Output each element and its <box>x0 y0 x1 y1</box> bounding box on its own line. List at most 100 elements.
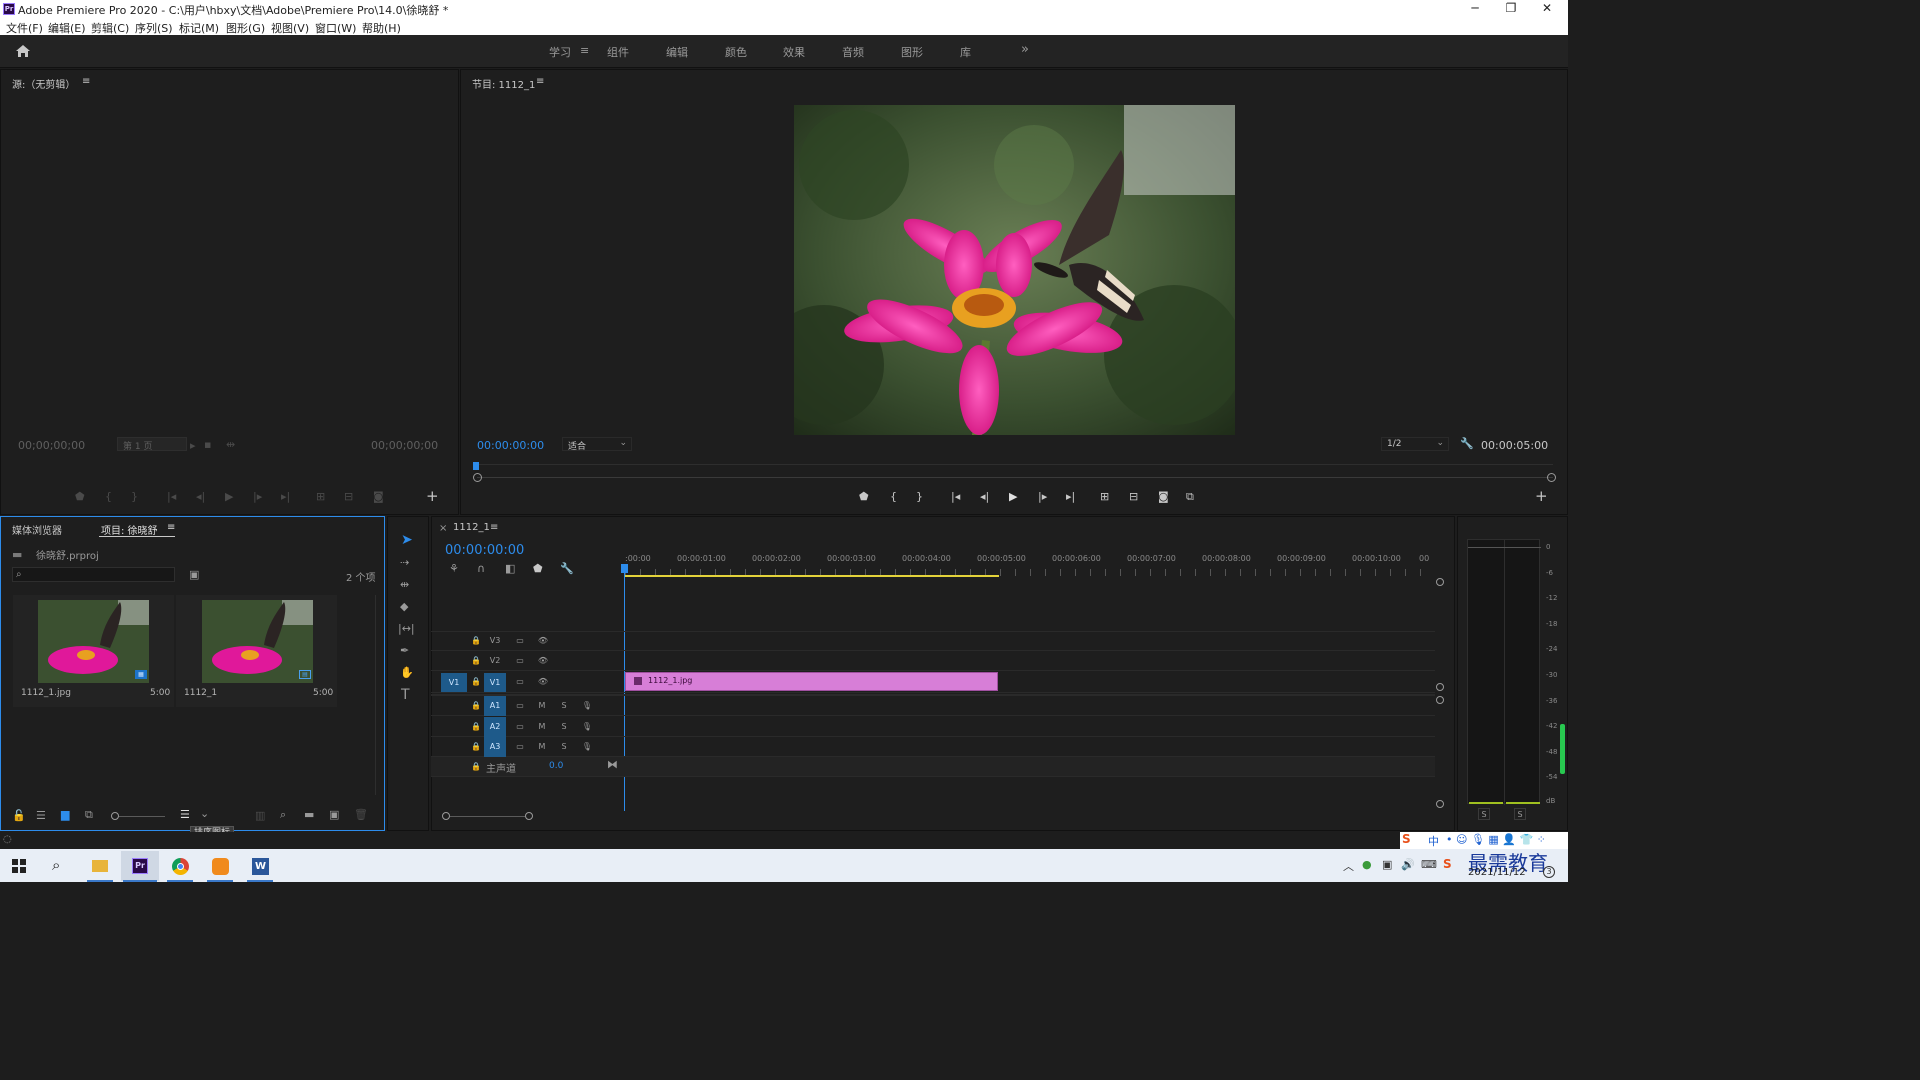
track-lock-icon[interactable]: 🔒 <box>469 760 483 774</box>
insert-icon[interactable]: ⊞ <box>316 491 325 503</box>
export-frame-icon[interactable]: ◙ <box>1158 491 1169 503</box>
menu-edit[interactable]: 编辑(E) <box>48 20 86 36</box>
timeline-menu-icon[interactable]: ≡ <box>490 522 498 533</box>
clear-icon[interactable]: 🗑 <box>354 809 368 821</box>
track-sync-icon[interactable]: ▭ <box>513 634 527 648</box>
type-tool-icon[interactable]: T <box>401 688 410 702</box>
sequence-tab[interactable]: 1112_1 <box>453 522 490 533</box>
v-scroll-handle-mid[interactable] <box>1436 683 1444 691</box>
track-lock-icon[interactable]: 🔒 <box>469 654 483 668</box>
source-panel-menu-icon[interactable]: ≡ <box>82 76 90 87</box>
freeform-view-icon[interactable]: ⧉ <box>85 809 93 821</box>
source-patch-v1[interactable]: V1 <box>441 673 467 692</box>
menu-window[interactable]: 窗口(W) <box>315 20 356 36</box>
notification-icon[interactable]: 3 <box>1543 866 1555 878</box>
overwrite-icon[interactable]: ⊟ <box>344 491 353 503</box>
playhead-handle[interactable] <box>621 564 628 573</box>
workspace-tab-graphics[interactable]: 图形 <box>901 44 923 60</box>
comparison-view-icon[interactable]: ⧉ <box>1186 491 1194 503</box>
selection-tool-icon[interactable]: ➤ <box>401 533 413 547</box>
source-monitor-title[interactable]: 源:（无剪辑） <box>12 76 75 91</box>
camera-icon[interactable]: ◙ <box>373 491 384 503</box>
a-scroll-handle-bottom[interactable] <box>1436 800 1444 808</box>
sort-icons-icon[interactable]: ☰ <box>180 809 190 821</box>
add-button-icon[interactable]: + <box>1535 489 1548 504</box>
marker-icon[interactable]: ⬟ <box>75 491 85 503</box>
voiceover-mic-icon[interactable]: 🎙 <box>580 720 594 734</box>
workspace-tab-libraries[interactable]: 库 <box>960 44 971 60</box>
play-icon[interactable]: ▶ <box>1009 491 1017 503</box>
menu-clip[interactable]: 剪辑(C) <box>91 20 129 36</box>
track-label[interactable]: V2 <box>488 654 502 668</box>
program-timecode[interactable]: 00:00:00:00 <box>477 439 544 452</box>
menu-graphics[interactable]: 图形(G) <box>226 20 265 36</box>
program-scrub-bar[interactable] <box>477 477 1553 478</box>
track-sync-icon[interactable]: ▭ <box>513 675 527 689</box>
fit-select[interactable]: 适合 ⌄ <box>562 437 632 452</box>
mark-out-icon[interactable]: } <box>131 491 138 503</box>
track-label[interactable]: V3 <box>488 634 502 648</box>
voiceover-mic-icon[interactable]: 🎙 <box>580 699 594 713</box>
work-area-bar[interactable] <box>625 575 999 577</box>
h-zoom-track[interactable] <box>450 816 525 817</box>
tab-media-browser[interactable]: 媒体浏览器 <box>12 522 62 537</box>
workspace-tab-editing[interactable]: 编辑 <box>666 44 688 60</box>
premiere-app[interactable]: Pr <box>121 851 159 882</box>
workspace-tab-color[interactable]: 颜色 <box>725 44 747 60</box>
program-panel-menu-icon[interactable]: ≡ <box>536 76 544 87</box>
timeline-clip[interactable]: 1112_1.jpg <box>625 672 998 691</box>
new-item-icon[interactable]: ▣ <box>329 809 339 821</box>
add-marker-icon[interactable]: ⬟ <box>859 491 869 503</box>
new-search-bin-icon[interactable]: ▣ <box>189 569 199 581</box>
menu-file[interactable]: 文件(F) <box>6 20 43 36</box>
ime-tray-icon[interactable]: ⌨ <box>1421 858 1437 871</box>
ime-tools-icon[interactable]: • ☺ 🎙 ▦ 👤 👕 ⁘ <box>1446 833 1546 846</box>
automate-to-sequence-icon[interactable]: ▥ <box>255 810 265 822</box>
master-value[interactable]: 0.0 <box>549 761 563 771</box>
step-forward-icon[interactable]: |▸ <box>253 491 262 503</box>
project-search-input[interactable]: ⌕ <box>12 567 175 582</box>
menu-marker[interactable]: 标记(M) <box>179 20 219 36</box>
sogou-ime-icon[interactable]: S <box>1402 832 1411 846</box>
page-select[interactable]: 第 1 页 <box>117 437 187 452</box>
lift-icon[interactable]: ⊞ <box>1100 491 1109 503</box>
go-to-out-icon[interactable]: ▸| <box>281 491 290 503</box>
linked-selection-icon[interactable]: ◧ <box>505 563 515 575</box>
master-go-to-end-icon[interactable]: ⧓ <box>607 758 618 771</box>
sort-chevron-icon[interactable]: ⌄ <box>200 808 209 820</box>
app-orange[interactable] <box>201 851 239 882</box>
h-zoom-handle-right[interactable] <box>525 812 533 820</box>
track-eye-icon[interactable]: 👁 <box>536 675 550 689</box>
track-eye-icon[interactable]: 👁 <box>536 634 550 648</box>
tab-project[interactable]: 项目: 徐晓舒 <box>101 522 158 537</box>
taskbar-date[interactable]: 2021/11/12 <box>1468 867 1526 878</box>
meter-solo-left[interactable]: S <box>1478 808 1490 820</box>
home-icon[interactable] <box>15 44 31 58</box>
workspace-menu-icon[interactable]: ≡ <box>580 44 589 57</box>
restore-button[interactable]: ❐ <box>1493 0 1529 18</box>
timeline-settings-icon[interactable]: 🔧 <box>560 563 574 575</box>
a-scroll-handle-top[interactable] <box>1436 696 1444 704</box>
solo-button[interactable]: S <box>557 720 571 734</box>
insert-nest-icon[interactable]: ⚘ <box>449 563 459 575</box>
sogou-tray-icon[interactable]: S <box>1443 857 1452 871</box>
zoom-slider-track[interactable] <box>119 816 165 817</box>
workspace-tab-assembly[interactable]: 组件 <box>607 44 629 60</box>
icon-view-icon[interactable]: ▆ <box>61 809 69 821</box>
hand-tool-icon[interactable]: ✋ <box>400 667 414 679</box>
solo-button[interactable]: S <box>557 740 571 754</box>
solo-button[interactable]: S <box>557 699 571 713</box>
new-bin-icon[interactable]: ▬ <box>304 809 314 821</box>
menu-view[interactable]: 视图(V) <box>271 20 309 36</box>
track-select-tool-icon[interactable]: ⇢ <box>400 557 409 569</box>
mark-in-icon[interactable]: { <box>890 491 897 503</box>
scrub-start-handle[interactable] <box>473 473 482 482</box>
menu-help[interactable]: 帮助(H) <box>362 20 401 36</box>
pen-tool-icon[interactable]: ✒ <box>400 645 409 657</box>
play-icon[interactable]: ▶ <box>225 491 233 503</box>
tray-chevron-icon[interactable]: ︿ <box>1343 858 1354 874</box>
lock-icon[interactable]: 🔓 <box>12 810 26 822</box>
tray-app-icon[interactable]: ● <box>1362 858 1372 871</box>
meter-solo-right[interactable]: S <box>1514 808 1526 820</box>
razor-tool-icon[interactable]: ◆ <box>400 601 408 613</box>
